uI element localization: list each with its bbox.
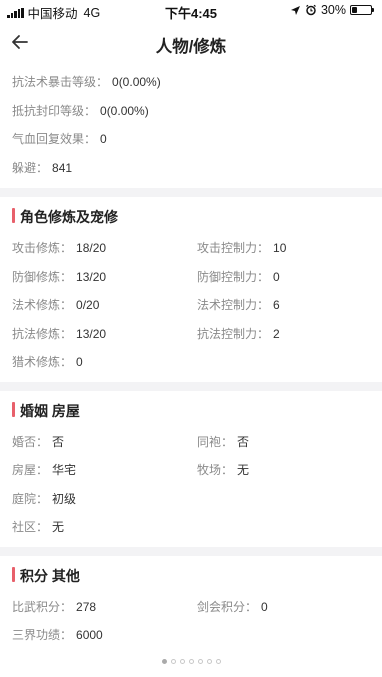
section-accent-bar: [12, 566, 15, 582]
stat-row: 攻击修炼： 18/20 攻击控制力： 10: [0, 233, 382, 262]
section-header: 婚姻 房屋: [0, 391, 382, 427]
page-dot[interactable]: [188, 659, 194, 664]
stat-label: 法术修炼：: [12, 298, 73, 312]
stat-value: 0(0.00%): [112, 75, 161, 89]
attributes-card: 抗法术暴击等级： 0(0.00%) 抵抗封印等级： 0(0.00%) 气血回复效果：…: [0, 64, 382, 188]
page-dot[interactable]: [170, 659, 176, 664]
section-header: 积分 其他: [0, 556, 382, 592]
stat-label: 婚否：: [12, 434, 49, 449]
stat-value: 0: [261, 599, 268, 614]
stat-row: 三界功绩： 6000: [0, 620, 382, 649]
section-separator: [0, 381, 382, 391]
stat-row: 法术修炼： 0/20 法术控制力： 6: [0, 290, 382, 319]
marriage-card: 婚姻 房屋 婚否：否 同袍：否 房屋： 华宅 牧场：无 庭院： 初级 社区：无: [0, 390, 382, 547]
stat-value: 否: [237, 434, 250, 449]
page-dot[interactable]: [206, 659, 212, 664]
stat-label: 庭院：: [12, 491, 49, 506]
stat-label: 社区：: [12, 520, 49, 534]
stat-label: 抗法术暴击等级：: [12, 75, 109, 89]
stat-row: 庭院： 初级: [0, 484, 382, 513]
stat-label: 房屋：: [12, 463, 49, 477]
stat-value: 0(0.00%): [100, 103, 149, 118]
section-separator: [0, 188, 382, 197]
stat-row: 比武积分： 278 剑会积分： 0: [0, 592, 382, 621]
stat-label: 牧场：: [197, 463, 234, 477]
section-title: 婚姻 房屋: [20, 402, 80, 419]
page-indicator[interactable]: [0, 659, 382, 664]
stat-label: 比武积分：: [12, 599, 73, 614]
section-accent-bar: [12, 401, 15, 417]
stat-row: 躲避： 841: [0, 153, 382, 182]
stat-label: 同袍：: [197, 434, 234, 449]
stat-value: 13/20: [76, 326, 107, 341]
stat-label: 攻击修炼：: [12, 241, 73, 255]
section-title: 积分 其他: [20, 567, 80, 584]
stat-value: 6000: [76, 628, 103, 642]
stat-row: 抗法修炼： 13/20 抗法控制力： 2: [0, 319, 382, 348]
battery-icon: [350, 5, 374, 15]
page-dot[interactable]: [179, 659, 185, 664]
stat-label: 防御控制力：: [197, 269, 270, 284]
section-title: 角色修炼及宠修: [20, 209, 118, 225]
stat-value: 6: [273, 298, 280, 312]
stat-value: 0: [273, 269, 280, 284]
stat-row: 婚否：否 同袍：否: [0, 427, 382, 456]
page-dot[interactable]: [161, 659, 167, 664]
stat-value: 华宅: [52, 463, 77, 477]
stat-label: 气血回复效果：: [12, 132, 97, 146]
stat-value: 0: [76, 355, 83, 369]
nav-bar: 人物/修炼: [0, 22, 382, 64]
location-icon: [290, 5, 300, 15]
stat-row: 抵抗封印等级： 0(0.00%): [0, 96, 382, 125]
stat-row: 抗法术暴击等级： 0(0.00%): [0, 67, 382, 96]
stat-row: 猎术修炼： 0: [0, 347, 382, 376]
stat-label: 抵抗封印等级：: [12, 103, 97, 118]
stat-label: 猎术修炼：: [12, 355, 73, 369]
page-dot[interactable]: [215, 659, 221, 664]
stat-row: 防御修炼： 13/20 防御控制力： 0: [0, 262, 382, 291]
stat-label: 攻击控制力：: [197, 241, 270, 255]
stat-row: 社区：无: [0, 512, 382, 541]
section-separator: [0, 546, 382, 556]
status-bar: 中国移动 4G 下午4:45 30%: [0, 0, 382, 22]
section-header: 角色修炼及宠修: [0, 197, 382, 233]
stat-label: 法术控制力：: [197, 298, 270, 312]
stat-value: 无: [237, 463, 250, 477]
stat-label: 抗法控制力：: [197, 326, 270, 341]
status-right: 30%: [290, 3, 374, 17]
content-scroll[interactable]: 抗法术暴击等级： 0(0.00%) 抵抗封印等级： 0(0.00%) 气血回复效果：…: [0, 64, 382, 649]
stat-value: 10: [273, 241, 287, 255]
battery-percent: 30%: [320, 3, 346, 17]
battery-level: [352, 7, 357, 13]
section-accent-bar: [12, 208, 15, 223]
page-title: 人物/修炼: [155, 38, 227, 56]
stat-label: 三界功绩：: [12, 628, 73, 642]
stat-label: 防御修炼：: [12, 269, 73, 284]
stat-value: 初级: [52, 491, 77, 506]
stat-value: 278: [76, 599, 97, 614]
stat-value: 2: [273, 326, 280, 341]
stat-value: 0: [100, 132, 107, 146]
stat-value: 18/20: [76, 241, 107, 255]
cultivation-card: 角色修炼及宠修 攻击修炼： 18/20 攻击控制力： 10 防御修炼： 13/20 防…: [0, 197, 382, 382]
stat-value: 否: [52, 434, 65, 449]
stat-value: 841: [52, 160, 73, 175]
page-dot[interactable]: [197, 659, 203, 664]
stat-label: 剑会积分：: [197, 599, 258, 614]
stat-value: 0/20: [76, 298, 100, 312]
stat-value: 无: [52, 520, 65, 534]
alarm-icon: [306, 4, 316, 16]
stat-row: 气血回复效果： 0: [0, 124, 382, 153]
stat-label: 抗法修炼：: [12, 326, 73, 341]
points-card: 积分 其他 比武积分： 278 剑会积分： 0 三界功绩： 6000: [0, 555, 382, 649]
stat-value: 13/20: [76, 269, 107, 284]
stat-label: 躲避：: [12, 160, 49, 175]
stat-row: 房屋： 华宅 牧场：无: [0, 455, 382, 484]
